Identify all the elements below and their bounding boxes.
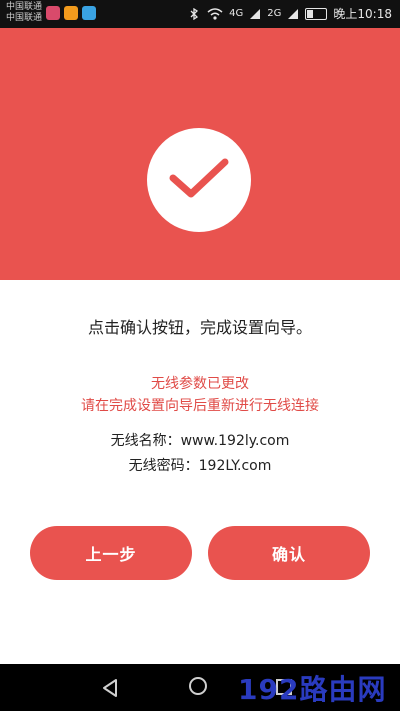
wifi-icon	[207, 7, 223, 20]
success-banner	[0, 28, 400, 280]
status-indicators: 4G 2G 晚上10:18	[187, 5, 392, 22]
confirm-button[interactable]: 确认	[208, 526, 370, 580]
bluetooth-icon	[190, 7, 199, 20]
weibo-icon	[64, 6, 78, 20]
success-circle	[147, 128, 251, 232]
checkmark-icon	[169, 158, 229, 198]
home-icon[interactable]	[189, 677, 207, 695]
network-type-2: 2G	[267, 8, 282, 19]
back-icon[interactable]	[100, 678, 120, 698]
warning-text-2: 请在完成设置向导后重新进行无线连接	[81, 398, 319, 414]
network-type-1: 4G	[229, 8, 244, 19]
battery-icon	[305, 7, 328, 20]
app-icon	[82, 6, 96, 20]
wifi-password: 无线密码：192LY.com	[128, 458, 272, 474]
carrier-1: 中国联通	[6, 2, 43, 12]
carrier-info: 中国联通 中国联通	[6, 2, 42, 24]
watermark: 192路由网	[238, 673, 387, 706]
status-bar: 中国联通 中国联通 4G 2G 晚上10:18	[0, 0, 400, 28]
health-icon	[46, 6, 60, 20]
carrier-2: 中国联通	[6, 13, 43, 23]
clock: 晚上10:18	[333, 7, 392, 21]
previous-step-button[interactable]: 上一步	[30, 526, 192, 580]
signal-icon-2	[288, 8, 299, 19]
warning-text-1: 无线参数已更改	[151, 376, 249, 392]
signal-icon-1	[250, 8, 261, 19]
wifi-name: 无线名称：www.192ly.com	[110, 433, 290, 449]
notification-icons	[46, 6, 96, 20]
instruction-text: 点击确认按钮，完成设置向导。	[87, 318, 312, 337]
